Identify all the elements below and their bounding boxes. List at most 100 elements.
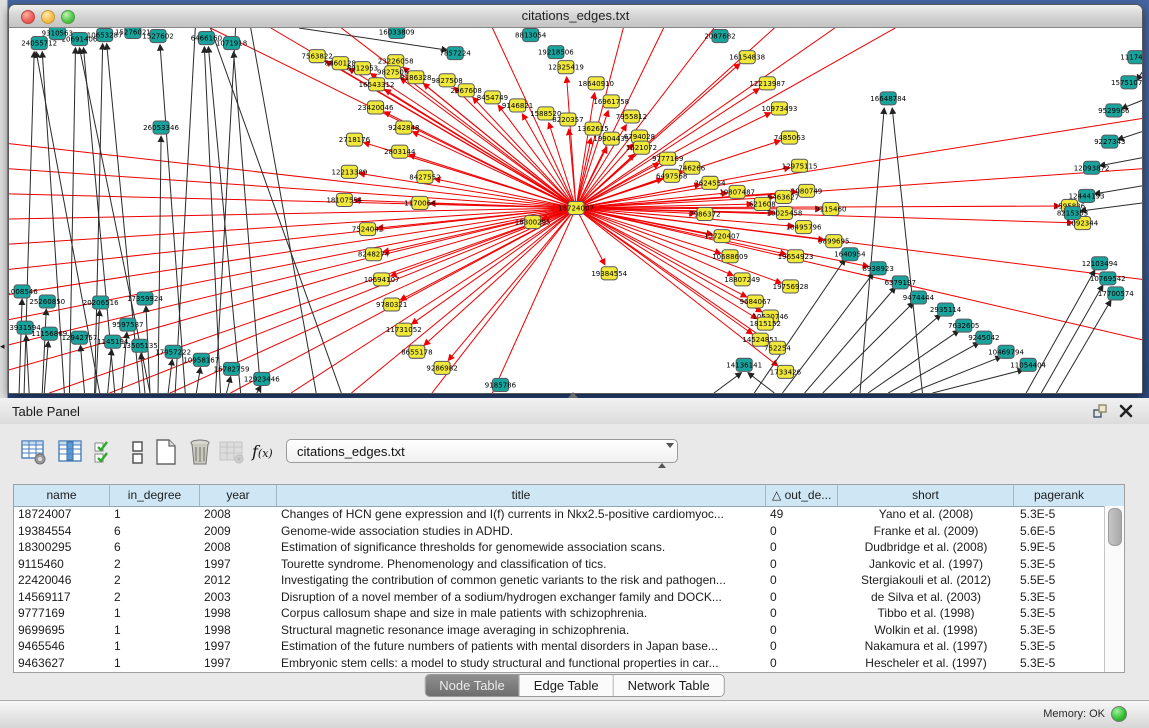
graph-node[interactable]: 16543312 (359, 78, 395, 91)
graph-node[interactable]: 10688609 (712, 250, 748, 263)
close-panel-icon[interactable] (1119, 404, 1133, 418)
graph-node[interactable]: 11054404 (1010, 358, 1046, 371)
column-header-pagerank[interactable]: pagerank (1014, 485, 1104, 506)
table-selector-dropdown[interactable]: citations_edges.txt (286, 439, 678, 463)
tab-edge-table[interactable]: Edge Table (520, 675, 614, 696)
graph-node[interactable]: 12942757 (62, 331, 98, 344)
graph-node[interactable]: 9146821 (502, 99, 533, 112)
graph-node[interactable]: 7524042 (352, 223, 383, 236)
graph-node[interactable]: 2718176 (339, 133, 371, 146)
graph-node[interactable]: 8912953 (347, 62, 378, 75)
graph-node[interactable]: 1733426 (770, 365, 802, 378)
graph-node[interactable]: 9529966 (1098, 104, 1130, 117)
graph-node[interactable]: 8427552 (409, 170, 440, 183)
float-panel-icon[interactable] (1093, 404, 1107, 418)
table-row[interactable]: 911546021997Tourette syndrome. Phenomeno… (14, 556, 1104, 573)
graph-node[interactable]: 1640954 (834, 248, 866, 261)
row-height-icon[interactable] (124, 438, 152, 466)
graph-node[interactable]: 7857224 (439, 47, 471, 60)
table-row[interactable]: 977716911998Corpus callosum shape and si… (14, 605, 1104, 622)
graph-node[interactable]: 11731052 (386, 323, 422, 336)
graph-node[interactable]: 12213389 (331, 165, 367, 178)
graph-node[interactable]: 16648784 (870, 92, 906, 105)
table-row[interactable]: 1938455462009Genome-wide association stu… (14, 523, 1104, 540)
graph-node[interactable]: 9185786 (485, 378, 517, 391)
table-row[interactable]: 946362711997Embryonic stem cells: a mode… (14, 655, 1104, 672)
graph-node[interactable]: 14136141 (726, 358, 762, 371)
graph-node[interactable]: 18107554 (326, 193, 362, 206)
column-header-name[interactable]: name (14, 485, 110, 506)
graph-node[interactable]: 18300295 (515, 216, 551, 229)
table-row[interactable]: 946554611997Estimation of the future num… (14, 638, 1104, 655)
tab-network-table[interactable]: Network Table (614, 675, 724, 696)
select-all-columns-icon[interactable] (92, 438, 120, 466)
graph-node[interactable]: 12093872 (1074, 161, 1110, 174)
graph-node[interactable]: 16154838 (729, 51, 765, 64)
graph-node[interactable]: 7986372 (689, 207, 720, 220)
graph-node[interactable]: 26053346 (143, 121, 179, 134)
graph-node[interactable]: 19218506 (538, 46, 574, 59)
graph-node[interactable]: 18807249 (724, 273, 760, 286)
table-scrollbar[interactable] (1104, 506, 1124, 672)
column-header-year[interactable]: year (200, 485, 277, 506)
graph-node[interactable]: 8248274 (358, 248, 390, 261)
memory-status-icon[interactable] (1111, 706, 1127, 722)
function-builder-icon[interactable]: f(x) (252, 442, 286, 470)
graph-node[interactable]: 8938923 (862, 262, 893, 275)
network-canvas[interactable]: 1872400775638228860128891295323226058982… (9, 28, 1142, 393)
scrollbar-thumb[interactable] (1108, 508, 1122, 546)
graph-node[interactable]: 16033809 (379, 28, 415, 39)
new-table-icon[interactable] (152, 438, 180, 466)
graph-node[interactable]: 2935114 (930, 303, 962, 316)
graph-node[interactable]: 2087682 (704, 30, 735, 43)
table-row[interactable]: 1830029562008Estimation of significance … (14, 539, 1104, 556)
graph-node[interactable]: 19384554 (591, 267, 627, 280)
show-columns-icon[interactable] (56, 438, 84, 466)
graph-node[interactable]: 752254 (764, 341, 791, 354)
graph-node[interactable]: 1117482 (1120, 51, 1142, 64)
panel-collapse-arrow-icon[interactable]: ◂ (0, 342, 5, 351)
graph-node[interactable]: 12103494 (1082, 257, 1118, 270)
graph-node[interactable]: 15751074 (1111, 76, 1142, 89)
graph-node[interactable]: 1621072 (626, 141, 657, 154)
graph-node[interactable]: 19756928 (773, 280, 809, 293)
window-titlebar[interactable]: citations_edges.txt (9, 5, 1142, 28)
table-row[interactable]: 969969511998Structural magnetic resonanc… (14, 622, 1104, 639)
graph-node[interactable]: 16961758 (593, 95, 629, 108)
graph-node[interactable]: 1527602 (142, 30, 173, 43)
graph-node[interactable]: 20206516 (83, 296, 119, 309)
graph-node[interactable]: 9780321 (376, 298, 407, 311)
graph-node[interactable]: 1815152 (750, 317, 781, 330)
graph-node[interactable]: 17700574 (1098, 287, 1134, 300)
graph-node[interactable]: 10973493 (762, 102, 798, 115)
graph-node[interactable]: 8655178 (401, 345, 432, 358)
graph-node[interactable]: 18640910 (578, 77, 614, 90)
column-header-title[interactable]: title (277, 485, 766, 506)
graph-node[interactable]: 1170064 (404, 196, 436, 209)
graph-node[interactable]: 12213987 (749, 77, 785, 90)
graph-node[interactable]: 15720407 (704, 230, 740, 243)
graph-node[interactable]: 19654923 (778, 250, 814, 263)
graph-node[interactable]: 9245042 (968, 331, 999, 344)
delete-table-icon[interactable] (186, 438, 214, 466)
tab-node-table[interactable]: Node Table (425, 675, 520, 696)
graph-node[interactable]: 10769542 (1090, 272, 1126, 285)
graph-node[interactable]: 10025458 (767, 206, 803, 219)
graph-node[interactable]: 18495796 (786, 221, 822, 234)
graph-node[interactable]: 12325419 (548, 61, 584, 74)
column-header-in-degree[interactable]: in_degree (110, 485, 200, 506)
graph-node[interactable]: 2803144 (384, 145, 416, 158)
graph-node[interactable]: 10694107 (364, 273, 400, 286)
graph-node[interactable]: 17359924 (127, 292, 163, 305)
table-settings-icon[interactable] (20, 438, 48, 466)
graph-node[interactable]: 25260850 (29, 295, 65, 308)
graph-node[interactable]: 9684067 (740, 295, 771, 308)
graph-node[interactable]: 13505135 (122, 339, 158, 352)
graph-node[interactable]: 9474444 (903, 291, 935, 304)
table-row[interactable]: 1872400712008Changes of HCN gene express… (14, 506, 1104, 523)
table-row[interactable]: 2242004622012Investigating the contribut… (14, 572, 1104, 589)
table-row[interactable]: 1456911722003Disruption of a novel membe… (14, 589, 1104, 606)
panel-collapse-handle-icon[interactable] (568, 392, 578, 398)
network-graph[interactable]: 1872400775638228860128891295323226058982… (9, 28, 1142, 393)
graph-node[interactable]: 7485063 (774, 131, 805, 144)
